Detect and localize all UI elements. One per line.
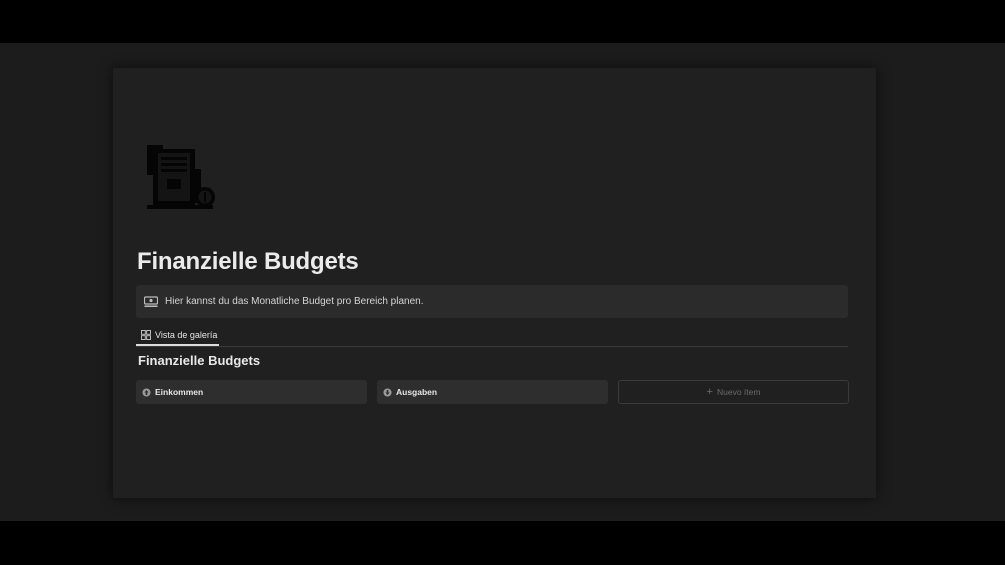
budget-document-icon[interactable] — [143, 141, 219, 217]
database-title[interactable]: Finanzielle Budgets — [138, 353, 260, 368]
workspace-background: Finanzielle Budgets Hier kannst du das M… — [0, 43, 1005, 521]
plus-icon: + — [706, 385, 713, 398]
money-icon — [144, 295, 158, 307]
callout-text[interactable]: Hier kannst du das Monatliche Budget pro… — [165, 296, 424, 307]
gallery-grid-icon — [141, 330, 151, 340]
callout-block[interactable]: Hier kannst du das Monatliche Budget pro… — [136, 285, 848, 318]
arrow-up-circle-icon — [142, 387, 151, 397]
arrow-down-circle-icon — [383, 387, 392, 397]
tab-gallery-view[interactable]: Vista de galería — [136, 326, 219, 346]
new-item-button[interactable]: + Nuevo ítem — [618, 380, 849, 404]
card-label: Ausgaben — [396, 387, 438, 397]
card-label: Einkommen — [155, 387, 204, 397]
gallery-card-einkommen[interactable]: Einkommen — [136, 380, 367, 404]
tab-label: Vista de galería — [155, 330, 218, 340]
notion-page: Finanzielle Budgets Hier kannst du das M… — [113, 68, 876, 498]
new-item-label: Nuevo ítem — [716, 387, 761, 397]
page-title[interactable]: Finanzielle Budgets — [137, 248, 359, 276]
gallery-card-ausgaben[interactable]: Ausgaben — [377, 380, 608, 404]
view-tabs: Vista de galería — [136, 326, 848, 347]
